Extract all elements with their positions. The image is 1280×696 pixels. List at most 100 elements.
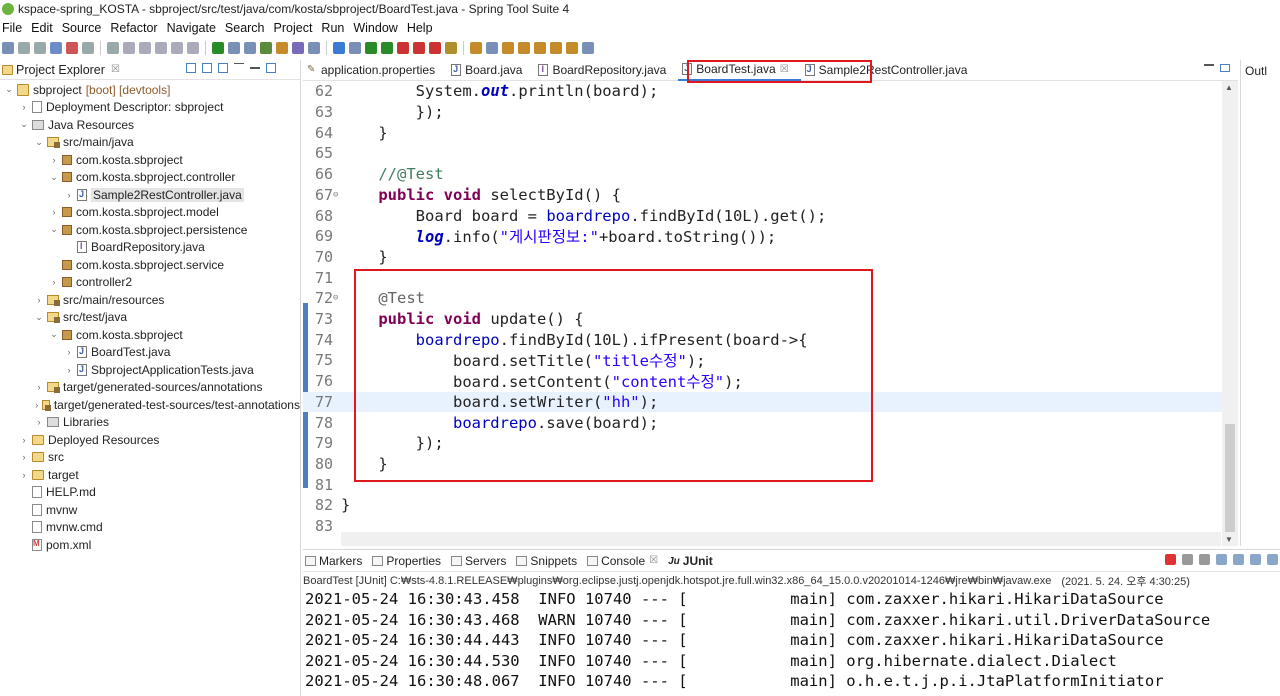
collapsed-chevron-icon[interactable]: ›: [19, 102, 29, 112]
tree-item[interactable]: › com.kosta.sbproject.model: [0, 204, 300, 222]
collapsed-chevron-icon[interactable]: ›: [34, 417, 44, 427]
menu-navigate[interactable]: Navigate: [167, 21, 223, 35]
toolbar-button-icon[interactable]: [139, 42, 151, 54]
close-tab-icon[interactable]: ☒: [649, 555, 658, 566]
toolbar-button-icon[interactable]: [550, 42, 562, 54]
toolbar-button-icon[interactable]: [34, 42, 46, 54]
word-wrap-icon[interactable]: [1233, 554, 1244, 565]
tree-item[interactable]: ⌄ src/test/java: [0, 309, 300, 327]
toolbar-button-icon[interactable]: [486, 42, 498, 54]
tree-item[interactable]: pom.xml: [0, 536, 300, 554]
toolbar-button-icon[interactable]: [566, 42, 578, 54]
pin-console-icon[interactable]: [1250, 554, 1261, 565]
console-output[interactable]: 2021-05-24 16:30:43.458 INFO 10740 --- […: [303, 589, 1280, 692]
collapsed-chevron-icon[interactable]: ›: [19, 435, 29, 445]
tree-item[interactable]: ⌄ com.kosta.sbproject.persistence: [0, 221, 300, 239]
bottom-tab-properties[interactable]: Properties: [370, 554, 441, 568]
toolbar-button-icon[interactable]: [107, 42, 119, 54]
toolbar-button-icon[interactable]: [66, 42, 78, 54]
editor-tab[interactable]: Sample2RestController.java: [801, 60, 980, 81]
tree-item[interactable]: › Deployed Resources: [0, 431, 300, 449]
toolbar-button-icon[interactable]: [187, 42, 199, 54]
tree-item[interactable]: ⌄ src/main/java: [0, 134, 300, 152]
collapsed-chevron-icon[interactable]: ›: [64, 365, 74, 375]
toolbar-button-icon[interactable]: [518, 42, 530, 54]
bottom-tab-junit[interactable]: Ju JUnit: [666, 554, 713, 568]
collapsed-chevron-icon[interactable]: ›: [49, 155, 59, 165]
tree-item[interactable]: mvnw: [0, 501, 300, 519]
toolbar-button-icon[interactable]: [349, 42, 361, 54]
expanded-chevron-icon[interactable]: ⌄: [34, 312, 44, 323]
toolbar-button-icon[interactable]: [276, 42, 288, 54]
toolbar-button-icon[interactable]: [381, 42, 393, 54]
tree-item[interactable]: ⌄ com.kosta.sbproject: [0, 326, 300, 344]
tree-item[interactable]: › controller2: [0, 274, 300, 292]
tree-item[interactable]: › Sample2RestController.java: [0, 186, 300, 204]
collapsed-chevron-icon[interactable]: ›: [34, 382, 44, 392]
tree-item[interactable]: › src: [0, 449, 300, 467]
expanded-chevron-icon[interactable]: ⌄: [34, 137, 44, 148]
tree-item[interactable]: › target/generated-sources/annotations: [0, 379, 300, 397]
editor-tab[interactable]: Board.java: [447, 60, 534, 81]
tree-item[interactable]: BoardRepository.java: [0, 239, 300, 257]
terminate-icon[interactable]: [1165, 554, 1176, 565]
minimize-editor-icon[interactable]: [1204, 64, 1214, 72]
tree-item[interactable]: › src/main/resources: [0, 291, 300, 309]
scroll-thumb[interactable]: [1225, 424, 1235, 532]
code-area[interactable]: 62 System.out.println(board); 63 }); 64 } 6…: [303, 81, 1238, 546]
toolbar-button-icon[interactable]: [502, 42, 514, 54]
fold-toggle-icon[interactable]: ⊖: [333, 293, 341, 303]
expanded-chevron-icon[interactable]: ⌄: [49, 329, 59, 340]
outline-title[interactable]: Outl: [1245, 64, 1280, 78]
collapsed-chevron-icon[interactable]: ›: [49, 277, 59, 287]
collapsed-chevron-icon[interactable]: ›: [34, 400, 39, 410]
editor-tab[interactable]: ✎ application.properties: [303, 60, 447, 81]
toolbar-button-icon[interactable]: [365, 42, 377, 54]
editor-tab[interactable]: BoardTest.java ☒: [678, 59, 801, 81]
collapsed-chevron-icon[interactable]: ›: [34, 295, 44, 305]
toolbar-button-icon[interactable]: [171, 42, 183, 54]
maximize-icon[interactable]: [266, 63, 276, 73]
menu-edit[interactable]: Edit: [31, 21, 60, 35]
menu-help[interactable]: Help: [407, 21, 440, 35]
tree-item[interactable]: › Deployment Descriptor: sbproject: [0, 99, 300, 117]
collapsed-chevron-icon[interactable]: ›: [19, 452, 29, 462]
collapsed-chevron-icon[interactable]: ›: [64, 347, 74, 357]
close-tab-icon[interactable]: ☒: [780, 64, 789, 75]
toolbar-button-icon[interactable]: [333, 42, 345, 54]
tree-item[interactable]: mvnw.cmd: [0, 519, 300, 537]
tree-item[interactable]: › com.kosta.sbproject: [0, 151, 300, 169]
collapse-all-icon[interactable]: [186, 63, 196, 73]
scroll-lock-icon[interactable]: [1216, 554, 1227, 565]
expanded-chevron-icon[interactable]: ⌄: [49, 224, 59, 235]
expanded-chevron-icon[interactable]: ⌄: [4, 84, 14, 95]
menu-refactor[interactable]: Refactor: [110, 21, 164, 35]
tree-item[interactable]: com.kosta.sbproject.service: [0, 256, 300, 274]
link-editor-icon[interactable]: [202, 63, 212, 73]
menu-run[interactable]: Run: [321, 21, 351, 35]
horizontal-scrollbar[interactable]: [341, 532, 1221, 546]
tree-item[interactable]: › target: [0, 466, 300, 484]
tree-item[interactable]: › BoardTest.java: [0, 344, 300, 362]
bottom-tab-snippets[interactable]: Snippets: [514, 554, 577, 568]
toolbar-button-icon[interactable]: [2, 42, 14, 54]
bottom-tab-markers[interactable]: Markers: [303, 554, 362, 568]
collapsed-chevron-icon[interactable]: ›: [19, 470, 29, 480]
toolbar-button-icon[interactable]: [50, 42, 62, 54]
tree-item[interactable]: › SbprojectApplicationTests.java: [0, 361, 300, 379]
bottom-tab-servers[interactable]: Servers: [449, 554, 506, 568]
menu-source[interactable]: Source: [62, 21, 109, 35]
tree-item[interactable]: ⌄ com.kosta.sbproject.controller: [0, 169, 300, 187]
maximize-editor-icon[interactable]: [1220, 64, 1230, 72]
tree-item[interactable]: › target/generated-test-sources/test-anno…: [0, 396, 300, 414]
toolbar-button-icon[interactable]: [123, 42, 135, 54]
toolbar-button-icon[interactable]: [244, 42, 256, 54]
display-console-icon[interactable]: [1267, 554, 1278, 565]
minimize-icon[interactable]: [250, 67, 260, 71]
menu-window[interactable]: Window: [353, 21, 404, 35]
scroll-down-icon[interactable]: ▼: [1225, 535, 1233, 544]
expanded-chevron-icon[interactable]: ⌄: [19, 119, 29, 130]
toolbar-button-icon[interactable]: [212, 42, 224, 54]
bottom-tab-console[interactable]: Console ☒: [585, 554, 658, 568]
toolbar-button-icon[interactable]: [470, 42, 482, 54]
